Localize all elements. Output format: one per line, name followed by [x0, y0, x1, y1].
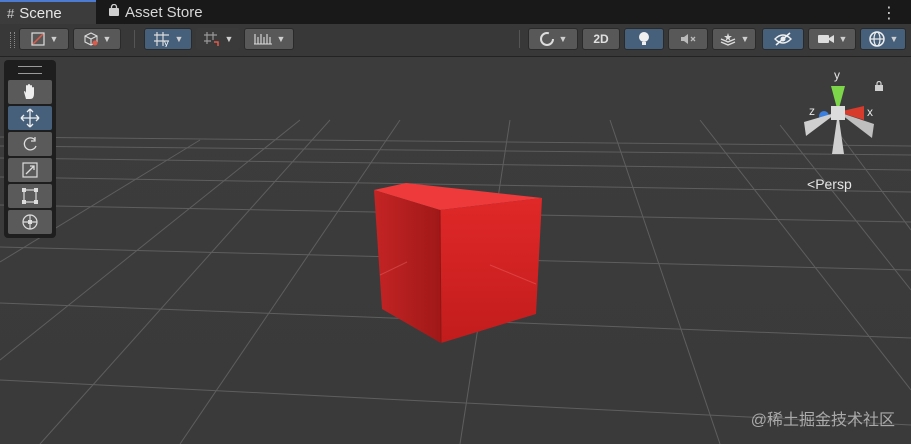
chevron-down-icon: ▼ [174, 34, 184, 44]
axis-label-x: x [867, 105, 873, 119]
effects-dropdown[interactable]: ▼ [712, 28, 756, 50]
chevron-down-icon: ▼ [276, 34, 286, 44]
view-tool-button[interactable] [8, 80, 52, 104]
scale-tool-button[interactable] [8, 158, 52, 182]
scale-icon [22, 162, 38, 178]
chevron-down-icon: ▼ [889, 34, 899, 44]
axis-label-z: z [809, 104, 815, 118]
persp-toggle[interactable]: <Persp [807, 176, 852, 192]
lock-icon[interactable] [874, 78, 884, 96]
scene-viewport[interactable] [0, 57, 911, 444]
camera-icon [817, 35, 834, 43]
grid-icon: # [7, 5, 15, 21]
tool-palette [4, 60, 56, 238]
tab-bar: # Scene Asset Store ⋮ [0, 0, 911, 24]
render-mode-dropdown[interactable]: ▼ [73, 28, 121, 50]
eye-slash-icon [774, 32, 792, 46]
snap-increment-icon [203, 32, 219, 46]
tab-asset-store-label: Asset Store [125, 3, 203, 21]
chevron-down-icon: ▼ [224, 34, 234, 44]
lighting-toggle-button[interactable] [624, 28, 664, 50]
grid-snap-icon: y [153, 32, 169, 47]
audio-toggle-button[interactable] [668, 28, 708, 50]
camera-orbit-dropdown[interactable]: ▼ [528, 28, 578, 50]
snap-increment-dropdown[interactable]: ▼ [196, 28, 240, 50]
ruler-icon [253, 34, 272, 45]
toolbar-separator [134, 30, 135, 48]
gizmo-center-cube[interactable] [831, 106, 845, 120]
persp-label: Persp [815, 176, 852, 192]
chevron-down-icon: ▼ [49, 34, 59, 44]
transform-tool-button[interactable] [8, 210, 52, 234]
scene-canvas [0, 57, 911, 444]
lightbulb-icon [639, 32, 649, 45]
tab-scene[interactable]: # Scene [0, 0, 96, 24]
gizmos-dropdown[interactable]: ▼ [860, 28, 906, 50]
toolbar-grip-icon[interactable] [10, 32, 15, 48]
hand-icon [24, 84, 34, 99]
toolbar-separator [519, 30, 520, 48]
shaded-mode-icon [30, 32, 45, 46]
chevron-down-icon: ▼ [740, 34, 750, 44]
scene-visibility-button[interactable] [762, 28, 804, 50]
move-arrows-icon [20, 108, 40, 128]
shopping-bag-icon [108, 3, 120, 20]
watermark-text: @稀土掘金技术社区 [750, 412, 895, 429]
more-options-icon[interactable]: ⋮ [881, 3, 897, 23]
chevron-down-icon: ▼ [558, 34, 568, 44]
orbit-icon [539, 32, 554, 46]
toggle-2d-label: 2D [593, 32, 609, 46]
toggle-2d-button[interactable]: 2D [582, 28, 620, 50]
chevron-down-icon: ▼ [102, 34, 112, 44]
move-tool-button[interactable] [8, 106, 52, 130]
scene-toolbar: ▼ ▼ y ▼ ▼ ▼ ▼ 2D ▼ ▼ ▼ [0, 24, 911, 57]
axis-label-y: y [834, 68, 840, 82]
scene-camera-dropdown[interactable]: ▼ [808, 28, 856, 50]
tab-asset-store[interactable]: Asset Store [108, 0, 203, 24]
palette-drag-handle[interactable] [18, 66, 42, 74]
svg-text:y: y [164, 39, 169, 47]
globe-gizmo-icon [868, 31, 885, 47]
chevron-down-icon: ▼ [838, 34, 848, 44]
chevron-left-icon: < [807, 176, 816, 192]
increment-snap-dropdown[interactable]: ▼ [244, 28, 294, 50]
rotate-tool-button[interactable] [8, 132, 52, 156]
grid-snap-dropdown[interactable]: y ▼ [144, 28, 192, 50]
transform-icon [22, 214, 38, 230]
layers-effects-icon [720, 33, 735, 46]
cube-wireframe-icon [83, 32, 98, 46]
speaker-muted-icon [681, 34, 696, 44]
rect-transform-icon [22, 188, 38, 204]
rotate-icon [23, 137, 37, 151]
tab-scene-label: Scene [19, 4, 62, 22]
rect-tool-button[interactable] [8, 184, 52, 208]
draw-mode-dropdown[interactable]: ▼ [19, 28, 69, 50]
